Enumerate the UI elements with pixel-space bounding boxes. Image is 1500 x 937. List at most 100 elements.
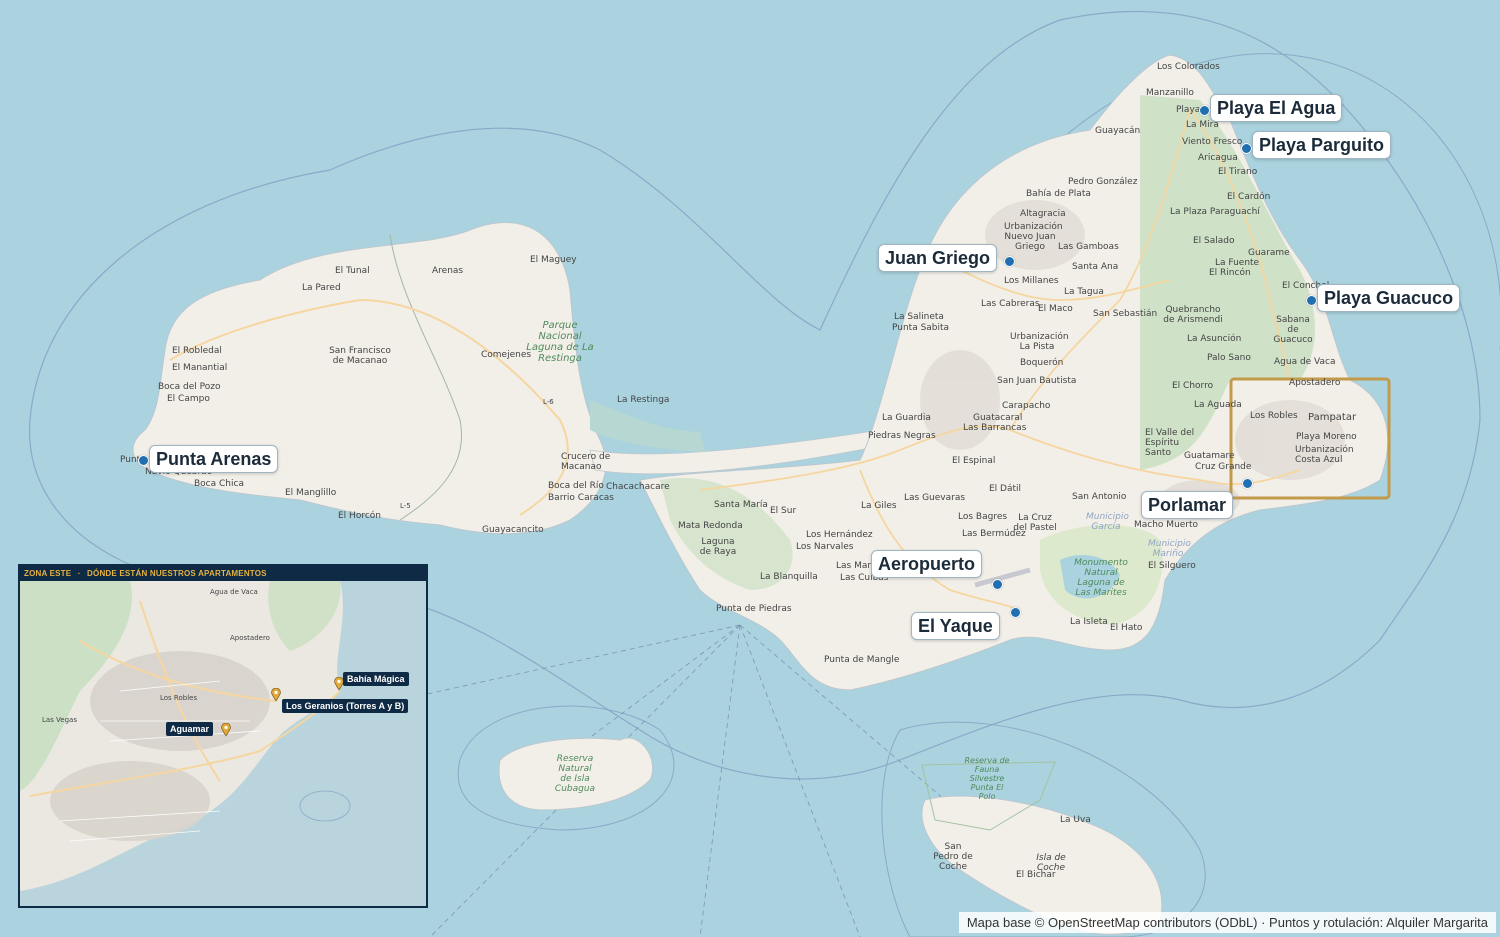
label-las-cabreras: Las Cabreras	[981, 299, 1040, 309]
label-la-fuente: La Fuente	[1215, 258, 1260, 268]
label-el-manantial: El Manantial	[172, 363, 228, 373]
inset-header: ZONA ESTE · DÓNDE ESTÁN NUESTROS APARTAM…	[20, 566, 426, 581]
label-road-l6: L-6	[543, 398, 554, 406]
place-label-punta-arenas[interactable]: Punta Arenas	[149, 445, 279, 473]
pin-porlamar[interactable]	[1242, 478, 1253, 489]
label-el-rincon: El Rincón	[1209, 268, 1251, 278]
label-carapacho: Carapacho	[1002, 401, 1051, 411]
pin-playa-parguito[interactable]	[1241, 143, 1252, 154]
label-road-l5: L-5	[400, 502, 411, 510]
label-punta-de-piedras: Punta de Piedras	[716, 604, 792, 614]
pin-playa-el-agua[interactable]	[1199, 105, 1210, 116]
label-la-asuncion: La Asunción	[1187, 334, 1242, 344]
place-label-playa-guacuco[interactable]: Playa Guacuco	[1317, 284, 1461, 312]
label-las-barrancas: Las Barrancas	[963, 423, 1027, 433]
label-municipio-marino: Municipio Mariño	[1148, 539, 1191, 559]
inset-title: ZONA ESTE	[24, 569, 72, 578]
label-santa-maria: Santa María	[714, 500, 768, 510]
inset-map-zona-este[interactable]: ZONA ESTE · DÓNDE ESTÁN NUESTROS APARTAM…	[18, 564, 428, 908]
label-coche-reserve: Reserva de Fauna Silvestre Punta El Polo	[964, 756, 1010, 801]
pin-aguamar[interactable]	[221, 723, 231, 737]
label-punta-de-mangle: Punta de Mangle	[824, 655, 900, 665]
label-guarame: Guarame	[1248, 248, 1290, 258]
label-el-tirano: El Tirano	[1218, 167, 1258, 177]
label-playa-moreno: Playa Moreno	[1296, 432, 1357, 442]
inset-tag-aguamar[interactable]: Aguamar	[166, 722, 214, 736]
label-cubagua-reserve: Reserva Natural de Isla Cubagua	[554, 754, 596, 794]
inset-label-agua-de-vaca: Agua de Vaca	[210, 588, 258, 596]
restinga-lagoon	[590, 400, 705, 452]
label-las-gamboas: Las Gamboas	[1058, 242, 1119, 252]
label-boca-del-pozo: Boca del Pozo	[158, 382, 221, 392]
label-guayacancito: Guayacancito	[482, 525, 544, 535]
inset-tag-los-geranios[interactable]: Los Geranios (Torres A y B)	[282, 699, 409, 713]
label-piedras-negras: Piedras Negras	[868, 431, 936, 441]
label-san-juan-bautista: San Juan Bautista	[997, 376, 1077, 386]
inset-label-apostadero: Apostadero	[230, 634, 270, 642]
place-label-playa-el-agua[interactable]: Playa El Agua	[1210, 94, 1343, 122]
label-barrio-caracas: Barrio Caracas	[548, 493, 614, 503]
label-chacachacare: Chacachacare	[606, 482, 670, 492]
label-el-chorro: El Chorro	[1172, 381, 1214, 391]
label-los-colorados: Los Colorados	[1157, 62, 1220, 72]
label-sabana-de-guacuco: Sabana de Guacuco	[1273, 315, 1313, 345]
label-la-giles: La Giles	[861, 501, 897, 511]
label-nuevo-juan-griego: Urbanización Nuevo Juan Griego	[1004, 222, 1063, 252]
pin-los-geranios[interactable]	[271, 688, 281, 702]
label-la-pared: La Pared	[302, 283, 341, 293]
label-el-manglillo: El Manglillo	[285, 488, 337, 498]
label-altagracia: Altagracia	[1020, 209, 1066, 219]
map-attribution: Mapa base © OpenStreetMap contributors (…	[958, 912, 1496, 933]
place-label-aeropuerto[interactable]: Aeropuerto	[871, 550, 983, 578]
label-santa-ana: Santa Ana	[1072, 262, 1119, 272]
place-label-juan-griego[interactable]: Juan Griego	[878, 244, 998, 272]
label-los-robles: Los Robles	[1250, 411, 1298, 421]
label-urb-la-pista: Urbanización La Pista	[1010, 332, 1069, 352]
label-mata-redonda: Mata Redonda	[678, 521, 743, 531]
label-el-hato: El Hato	[1110, 623, 1143, 633]
label-los-bagres: Los Bagres	[958, 512, 1008, 522]
label-la-aguada: La Aguada	[1194, 400, 1242, 410]
label-el-espinal: El Espinal	[952, 456, 996, 466]
label-playa: Playa	[1176, 105, 1201, 115]
label-el-maguey: El Maguey	[530, 255, 577, 265]
label-el-tunal: El Tunal	[335, 266, 370, 276]
label-apostadero: Apostadero	[1289, 378, 1341, 388]
label-laguna-de-raya: Laguna de Raya	[699, 537, 737, 557]
label-los-millanes: Los Millanes	[1004, 276, 1059, 286]
place-label-el-yaque[interactable]: El Yaque	[911, 612, 1000, 640]
pin-punta-arenas[interactable]	[138, 455, 149, 466]
label-la-plaza-paraguachi: La Plaza Paraguachí	[1170, 207, 1260, 217]
label-la-isleta: La Isleta	[1070, 617, 1108, 627]
label-palo-sano: Palo Sano	[1207, 353, 1251, 363]
label-guatacaral: Guatacaral	[973, 413, 1023, 423]
label-la-salineta: La Salineta	[894, 312, 944, 322]
label-boqueron: Boquerón	[1020, 358, 1064, 368]
label-los-hernandez: Los Hernández	[806, 530, 873, 540]
label-san-sebastian: San Sebastián	[1093, 309, 1158, 319]
pin-juan-griego[interactable]	[1004, 256, 1015, 267]
label-manzanillo: Manzanillo	[1146, 88, 1194, 98]
label-el-salado: El Salado	[1193, 236, 1235, 246]
label-el-cardon: El Cardón	[1227, 192, 1271, 202]
pin-aeropuerto[interactable]	[992, 579, 1003, 590]
place-label-playa-parguito[interactable]: Playa Parguito	[1252, 131, 1392, 159]
label-crucero: Crucero de Macanao	[561, 452, 611, 472]
label-quebrancho: Quebrancho de Arismendi	[1163, 305, 1223, 325]
label-el-bichar: El Bichar	[1016, 870, 1056, 880]
label-punta-sabita: Punta Sabita	[892, 323, 950, 333]
label-la-restinga: La Restinga	[617, 395, 670, 405]
label-viento-fresco: Viento Fresco	[1182, 137, 1243, 147]
place-label-porlamar[interactable]: Porlamar	[1141, 491, 1234, 519]
label-bahia-de-plata: Bahía de Plata	[1026, 189, 1091, 199]
inset-label-las-vegas: Las Vegas	[42, 716, 77, 724]
label-el-sur: El Sur	[770, 506, 797, 516]
label-las-bermudez: Las Bermúdez	[962, 529, 1026, 539]
label-el-campo: El Campo	[167, 394, 210, 404]
pin-playa-guacuco[interactable]	[1306, 295, 1317, 306]
label-san-pedro-de-coche: San Pedro de Coche	[933, 842, 973, 872]
label-el-horcon: El Horcón	[338, 511, 381, 521]
pin-el-yaque[interactable]	[1010, 607, 1021, 618]
label-arenas: Arenas	[432, 266, 464, 276]
inset-tag-bahia-magica[interactable]: Bahía Mágica	[343, 672, 409, 686]
